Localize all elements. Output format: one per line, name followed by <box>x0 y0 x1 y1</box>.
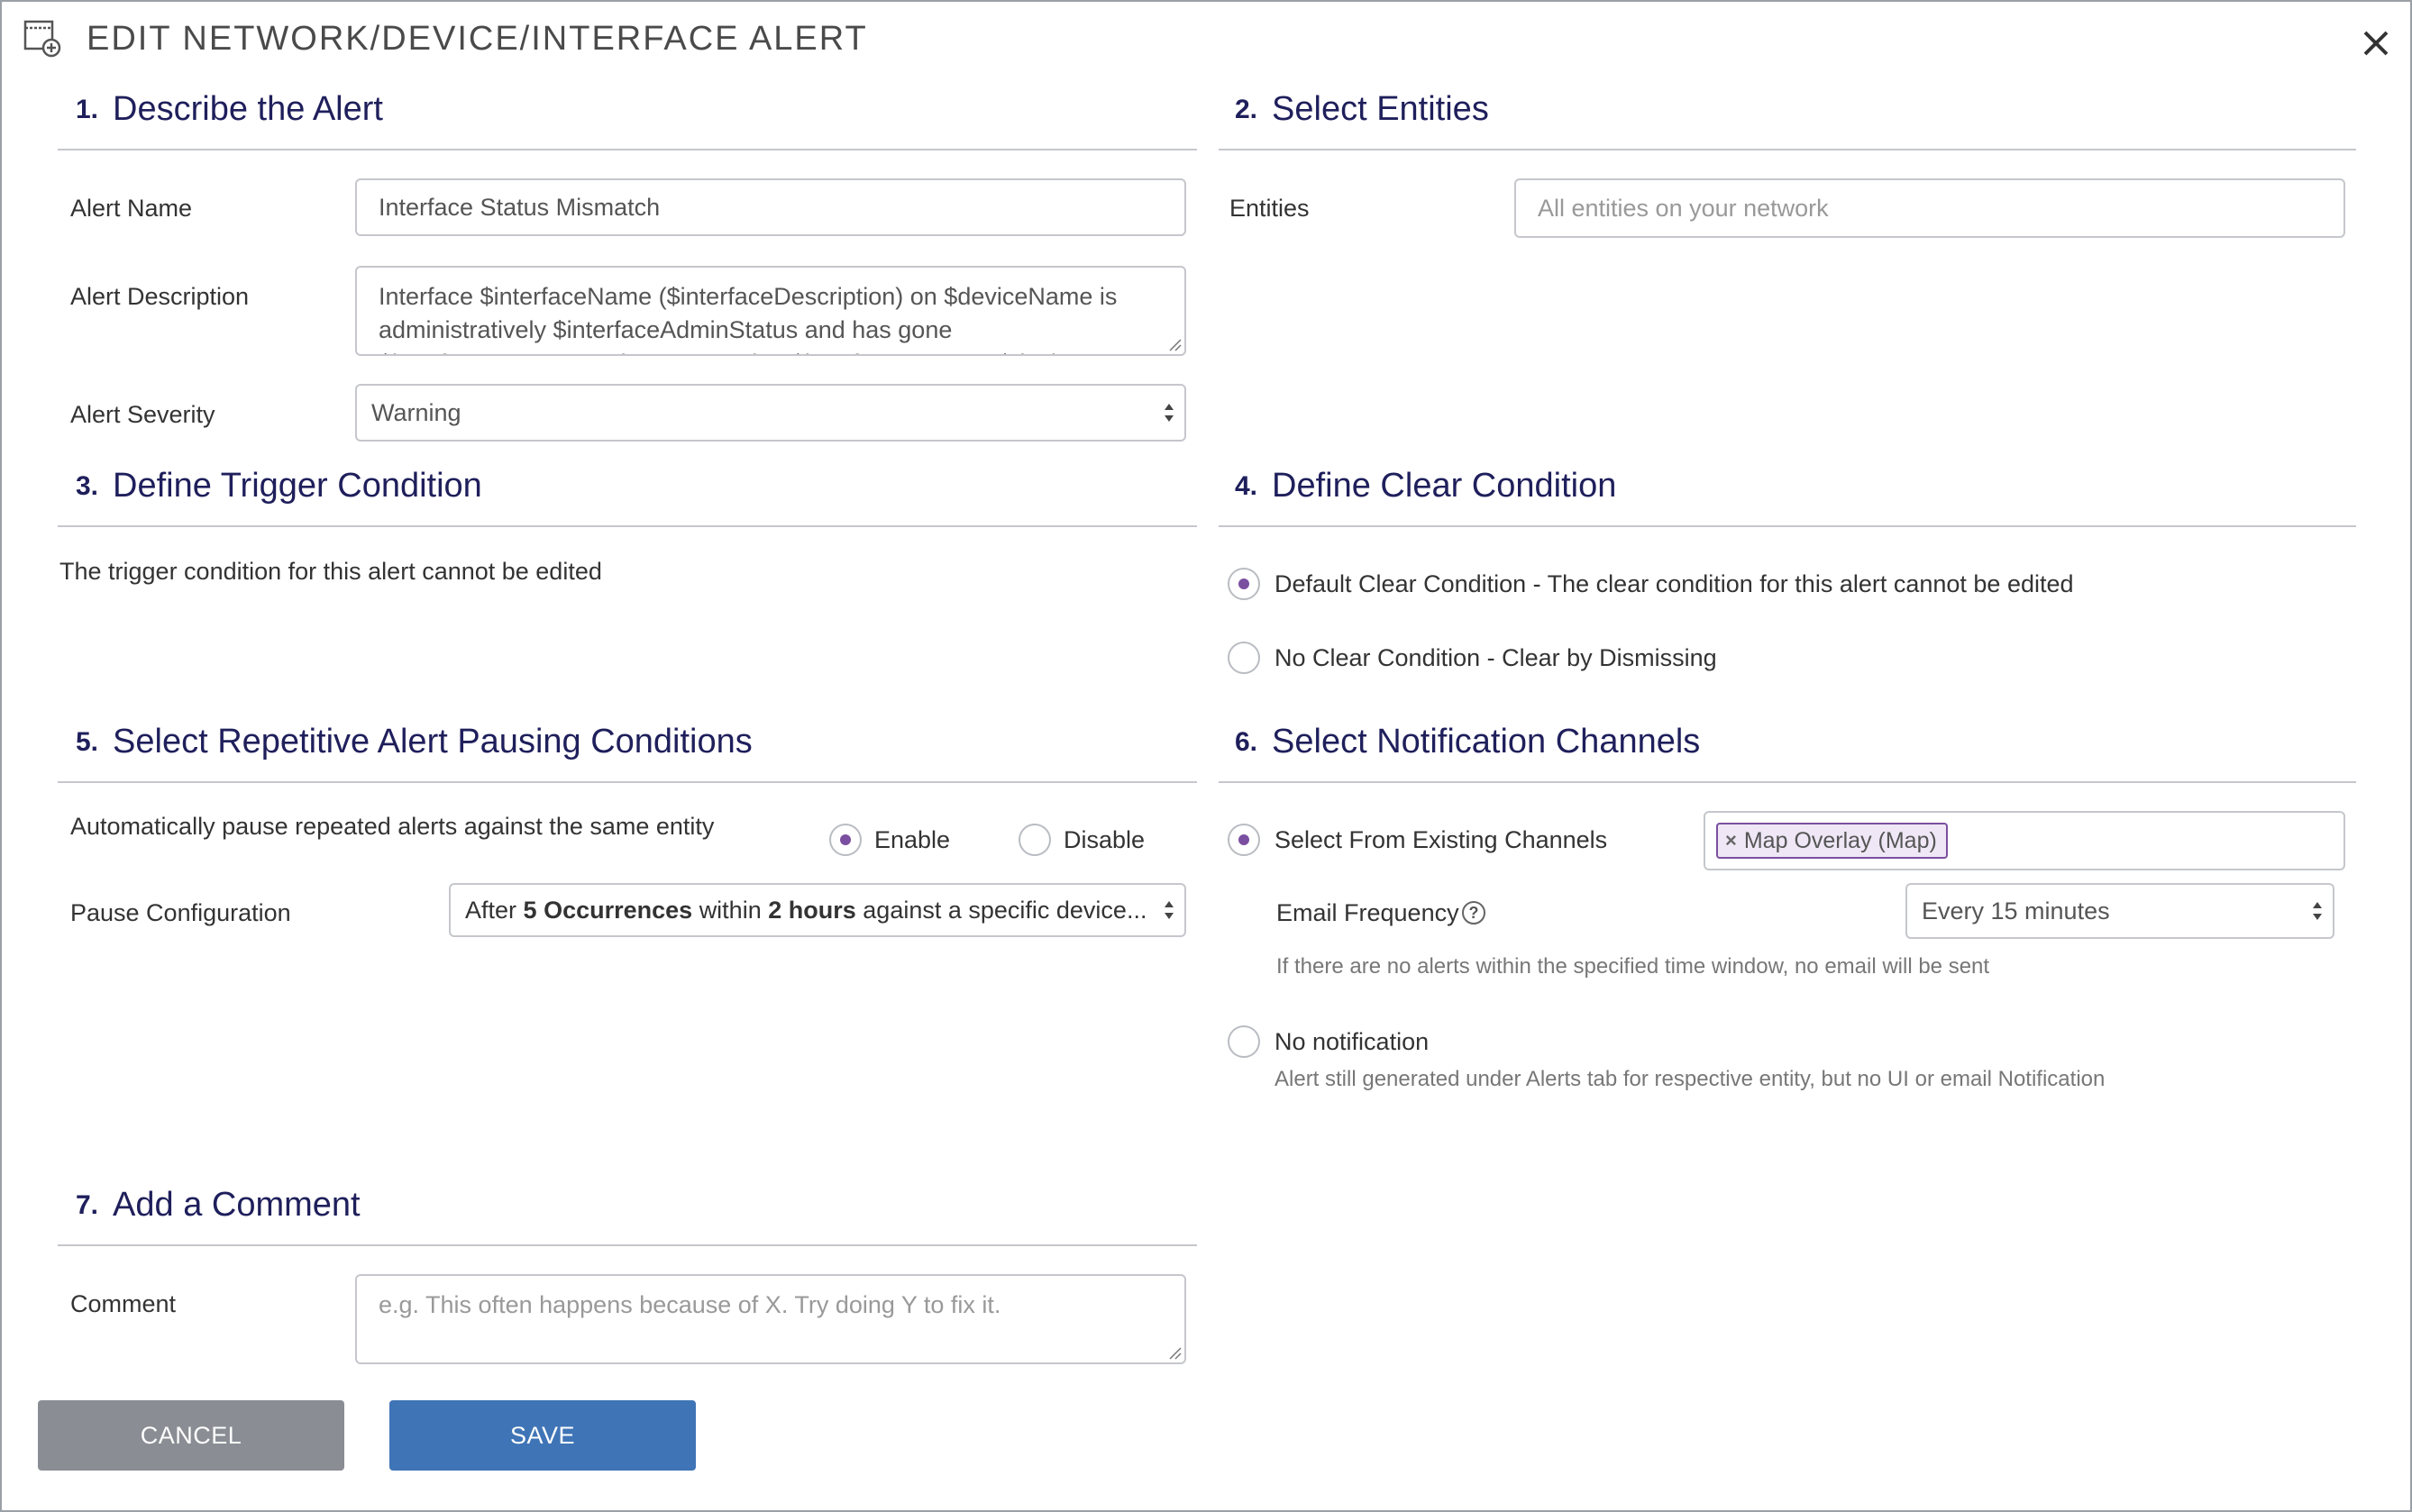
section-title: Describe the Alert <box>113 90 383 128</box>
alert-description-label: Alert Description <box>70 283 250 310</box>
alert-severity-label: Alert Severity <box>70 401 215 428</box>
entities-label: Entities <box>1229 195 1310 222</box>
section-number: 4. <box>1235 471 1258 501</box>
alert-severity-select[interactable]: Warning <box>355 384 1186 442</box>
chip-remove-icon[interactable]: × <box>1725 829 1737 852</box>
alert-description-textarea[interactable]: Interface $interfaceName ($interfaceDesc… <box>355 266 1186 356</box>
alert-severity-value: Warning <box>371 398 461 426</box>
section-title: Select Entities <box>1272 90 1489 128</box>
dialog-title: EDIT NETWORK/DEVICE/INTERFACE ALERT <box>87 20 868 58</box>
channel-chip: × Map Overlay (Map) <box>1716 823 1948 859</box>
section-clear-condition: 4. Define Clear Condition <box>1235 467 1616 510</box>
select-caret-icon <box>2313 902 2322 920</box>
resize-grip-icon[interactable] <box>1166 1344 1183 1361</box>
save-button[interactable]: SAVE <box>389 1400 696 1471</box>
pause-config-hours: 2 hours <box>768 896 856 924</box>
comment-placeholder: e.g. This often happens because of X. Tr… <box>379 1291 1001 1318</box>
pause-disable-label: Disable <box>1064 826 1146 853</box>
no-notification-label: No notification <box>1275 1028 1430 1055</box>
entities-input[interactable]: All entities on your network <box>1514 178 2345 238</box>
section-notification-channels: 6. Select Notification Channels <box>1235 723 1700 766</box>
auto-pause-label: Automatically pause repeated alerts agai… <box>70 813 715 840</box>
section-describe-alert: 1. Describe the Alert <box>76 90 383 133</box>
existing-channels-label: Select From Existing Channels <box>1275 826 1608 853</box>
section-pausing-conditions: 5. Select Repetitive Alert Pausing Condit… <box>76 723 753 766</box>
channel-chip-label: Map Overlay (Map) <box>1743 827 1937 853</box>
divider <box>58 525 1197 527</box>
section-select-entities: 2. Select Entities <box>1235 90 1489 133</box>
channels-multiselect[interactable]: × Map Overlay (Map) <box>1704 811 2345 870</box>
pause-configuration-select[interactable]: After 5 Occurrences within 2 hours again… <box>449 883 1186 937</box>
resize-grip-icon[interactable] <box>1166 336 1183 352</box>
section-number: 6. <box>1235 727 1258 757</box>
divider <box>58 1244 1197 1246</box>
pause-config-occurrences: 5 Occurrences <box>523 896 693 924</box>
email-frequency-value: Every 15 minutes <box>1922 897 2110 925</box>
cancel-button[interactable]: CANCEL <box>38 1400 344 1471</box>
default-clear-condition-radio[interactable] <box>1228 568 1260 600</box>
email-frequency-select[interactable]: Every 15 minutes <box>1905 883 2334 939</box>
help-icon[interactable]: ? <box>1462 901 1485 925</box>
alert-description-value: Interface $interfaceName ($interfaceDesc… <box>379 283 1141 354</box>
section-number: 1. <box>76 95 99 124</box>
email-frequency-hint: If there are no alerts within the specif… <box>1276 954 1990 979</box>
pause-config-after: After <box>465 896 517 924</box>
pause-disable-radio[interactable] <box>1019 824 1051 856</box>
comment-textarea[interactable]: e.g. This often happens because of X. Tr… <box>355 1274 1186 1364</box>
add-window-icon <box>23 20 61 58</box>
section-title: Select Notification Channels <box>1272 723 1701 761</box>
no-notification-hint: Alert still generated under Alerts tab f… <box>1275 1067 2106 1091</box>
select-caret-icon <box>1165 901 1174 919</box>
trigger-condition-text: The trigger condition for this alert can… <box>59 558 602 585</box>
close-icon[interactable] <box>2358 25 2394 61</box>
alert-name-input[interactable]: Interface Status Mismatch <box>355 178 1186 236</box>
pause-enable-radio[interactable] <box>829 824 862 856</box>
divider <box>58 781 1197 783</box>
section-add-comment: 7. Add a Comment <box>76 1186 361 1229</box>
section-trigger-condition: 3. Define Trigger Condition <box>76 467 482 510</box>
section-title: Define Clear Condition <box>1272 467 1617 505</box>
no-notification-radio[interactable] <box>1228 1025 1260 1058</box>
pause-config-within: within <box>699 896 762 924</box>
divider <box>1219 149 2356 150</box>
default-clear-condition-label: Default Clear Condition - The clear cond… <box>1275 570 2074 597</box>
divider <box>1219 525 2356 527</box>
dialog-titlebar: EDIT NETWORK/DEVICE/INTERFACE ALERT <box>2 2 2410 79</box>
existing-channels-radio[interactable] <box>1228 824 1260 856</box>
section-title: Define Trigger Condition <box>113 467 482 505</box>
section-title: Select Repetitive Alert Pausing Conditio… <box>113 723 753 761</box>
divider <box>58 149 1197 150</box>
edit-alert-dialog: EDIT NETWORK/DEVICE/INTERFACE ALERT 1. De… <box>0 0 2412 1512</box>
no-clear-condition-radio[interactable] <box>1228 642 1260 674</box>
select-caret-icon <box>1165 404 1174 422</box>
pause-enable-label: Enable <box>874 826 951 853</box>
pause-configuration-label: Pause Configuration <box>70 899 291 926</box>
comment-label: Comment <box>70 1290 177 1317</box>
section-title: Add a Comment <box>113 1186 361 1224</box>
section-number: 7. <box>76 1190 99 1220</box>
no-clear-condition-label: No Clear Condition - Clear by Dismissing <box>1275 644 1717 671</box>
alert-name-label: Alert Name <box>70 195 193 222</box>
section-number: 3. <box>76 471 99 501</box>
email-frequency-label: Email Frequency <box>1276 899 1459 926</box>
section-number: 5. <box>76 727 99 757</box>
section-number: 2. <box>1235 95 1258 124</box>
divider <box>1219 781 2356 783</box>
pause-config-rest: against a specific device... <box>863 896 1147 924</box>
